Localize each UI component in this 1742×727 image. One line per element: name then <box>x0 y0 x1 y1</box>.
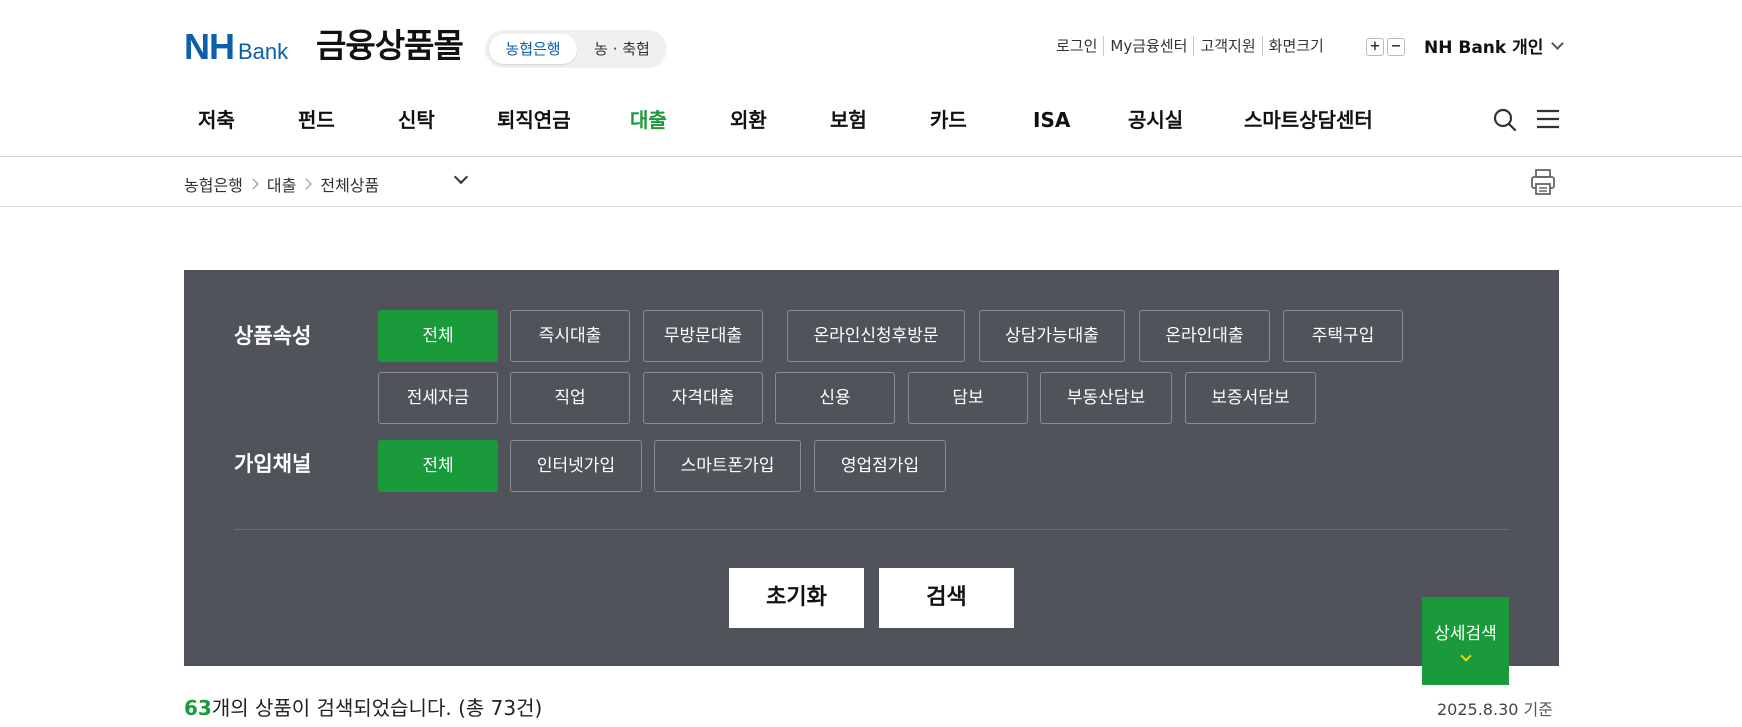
reset-button[interactable]: 초기화 <box>729 568 864 628</box>
nav-item-smart-consult[interactable]: 스마트상담센터 <box>1244 100 1373 140</box>
logo-nh-text: NH <box>184 26 235 67</box>
nav-item-fund[interactable]: 펀드 <box>298 100 335 140</box>
attr-chip-occupation[interactable]: 직업 <box>510 372 630 424</box>
nav-item-loan[interactable]: 대출 <box>630 100 667 140</box>
screen-size-label: 화면크기 <box>1261 36 1330 56</box>
product-attribute-label: 상품속성 <box>234 324 312 348</box>
zoom-out-button[interactable]: − <box>1387 38 1405 56</box>
bank-switch: 농협은행 농 · 축협 <box>485 30 667 68</box>
login-link[interactable]: 로그인 <box>1052 36 1103 56</box>
switch-nonghyup-bank[interactable]: 농협은행 <box>489 34 577 64</box>
channel-chip-branch[interactable]: 영업점가입 <box>814 440 946 492</box>
attr-chip-real-estate[interactable]: 부동산담보 <box>1040 372 1172 424</box>
nav-item-trust[interactable]: 신탁 <box>398 100 435 140</box>
breadcrumb: 농협은행 대출 전체상품 <box>184 172 379 196</box>
zoom-in-button[interactable]: + <box>1366 38 1384 56</box>
attr-chip-no-visit-loan[interactable]: 무방문대출 <box>643 310 763 362</box>
nav-item-savings[interactable]: 저축 <box>198 100 235 140</box>
attr-chip-guarantee[interactable]: 보증서담보 <box>1185 372 1316 424</box>
result-count: 63 <box>184 696 212 720</box>
channel-chip-smartphone[interactable]: 스마트폰가입 <box>654 440 801 492</box>
detail-search-label: 상세검색 <box>1434 624 1497 644</box>
attr-chip-credit[interactable]: 신용 <box>775 372 895 424</box>
attr-chip-jeonse[interactable]: 전세자금 <box>378 372 498 424</box>
channel-label: 가입채널 <box>234 452 312 476</box>
attr-chip-home-purchase[interactable]: 주택구입 <box>1283 310 1403 362</box>
nav-item-card[interactable]: 카드 <box>930 100 967 140</box>
search-button[interactable]: 검색 <box>879 568 1014 628</box>
breadcrumb-loan[interactable]: 대출 <box>267 172 296 196</box>
as-of-date-value: 2025.8.30 <box>1437 700 1519 719</box>
customer-support-link[interactable]: 고객지원 <box>1193 36 1261 56</box>
attr-chip-instant-loan[interactable]: 즉시대출 <box>510 310 630 362</box>
switch-local-cooperative[interactable]: 농 · 축협 <box>581 34 663 64</box>
detail-search-button[interactable]: 상세검색 <box>1422 597 1509 685</box>
zoom-controls: + − <box>1366 38 1405 56</box>
filter-panel: 상품속성 전체 즉시대출 무방문대출 온라인신청후방문 상담가능대출 온라인대출… <box>184 270 1559 666</box>
print-icon[interactable] <box>1530 168 1556 196</box>
panel-divider <box>234 529 1509 530</box>
logo-bank-text: Bank <box>238 39 289 64</box>
menu-icon[interactable] <box>1536 108 1560 130</box>
channel-chip-all[interactable]: 전체 <box>378 440 498 492</box>
attr-chip-collateral[interactable]: 담보 <box>908 372 1028 424</box>
channel-chip-internet[interactable]: 인터넷가입 <box>510 440 642 492</box>
nav-item-disclosure[interactable]: 공시실 <box>1128 100 1183 140</box>
chevron-down-icon <box>1459 650 1472 662</box>
nav-item-pension[interactable]: 퇴직연금 <box>497 100 571 140</box>
nav-item-isa[interactable]: ISA <box>1033 100 1070 140</box>
breadcrumb-home[interactable]: 농협은행 <box>184 172 243 196</box>
result-summary: 63개의 상품이 검색되었습니다. (총 73건) <box>184 692 542 721</box>
attr-chip-online-loan[interactable]: 온라인대출 <box>1139 310 1270 362</box>
attr-chip-all[interactable]: 전체 <box>378 310 498 362</box>
site-header: NH Bank 금융상품몰 농협은행 농 · 축협 로그인 My금융센터 고객지… <box>0 0 1742 157</box>
breadcrumb-bar: 농협은행 대출 전체상품 <box>0 158 1742 207</box>
nav-item-foreign-exchange[interactable]: 외환 <box>730 100 767 140</box>
chevron-right-icon <box>247 178 259 190</box>
nh-bank-logo[interactable]: NH Bank <box>184 29 288 70</box>
utility-links: 로그인 My금융센터 고객지원 화면크기 <box>1052 34 1330 58</box>
nav-item-insurance[interactable]: 보험 <box>830 100 867 140</box>
site-selector[interactable]: NH Bank 개인 <box>1424 33 1565 58</box>
search-icon[interactable] <box>1493 108 1517 132</box>
chevron-right-icon <box>300 178 313 190</box>
as-of-date: 2025.8.30 기준 <box>1437 696 1553 720</box>
chevron-down-icon <box>1551 36 1565 50</box>
attr-chip-license-loan[interactable]: 자격대출 <box>643 372 763 424</box>
my-finance-center-link[interactable]: My금융센터 <box>1103 36 1193 56</box>
attr-chip-online-apply-visit[interactable]: 온라인신청후방문 <box>787 310 965 362</box>
site-selector-label: NH Bank 개인 <box>1424 38 1544 58</box>
result-text: 개의 상품이 검색되었습니다. (총 73건) <box>211 696 543 720</box>
breadcrumb-current[interactable]: 전체상품 <box>320 172 379 196</box>
as-of-suffix: 기준 <box>1518 700 1553 719</box>
mall-title: 금융상품몰 <box>316 26 464 65</box>
attr-chip-consult-loan[interactable]: 상담가능대출 <box>979 310 1125 362</box>
